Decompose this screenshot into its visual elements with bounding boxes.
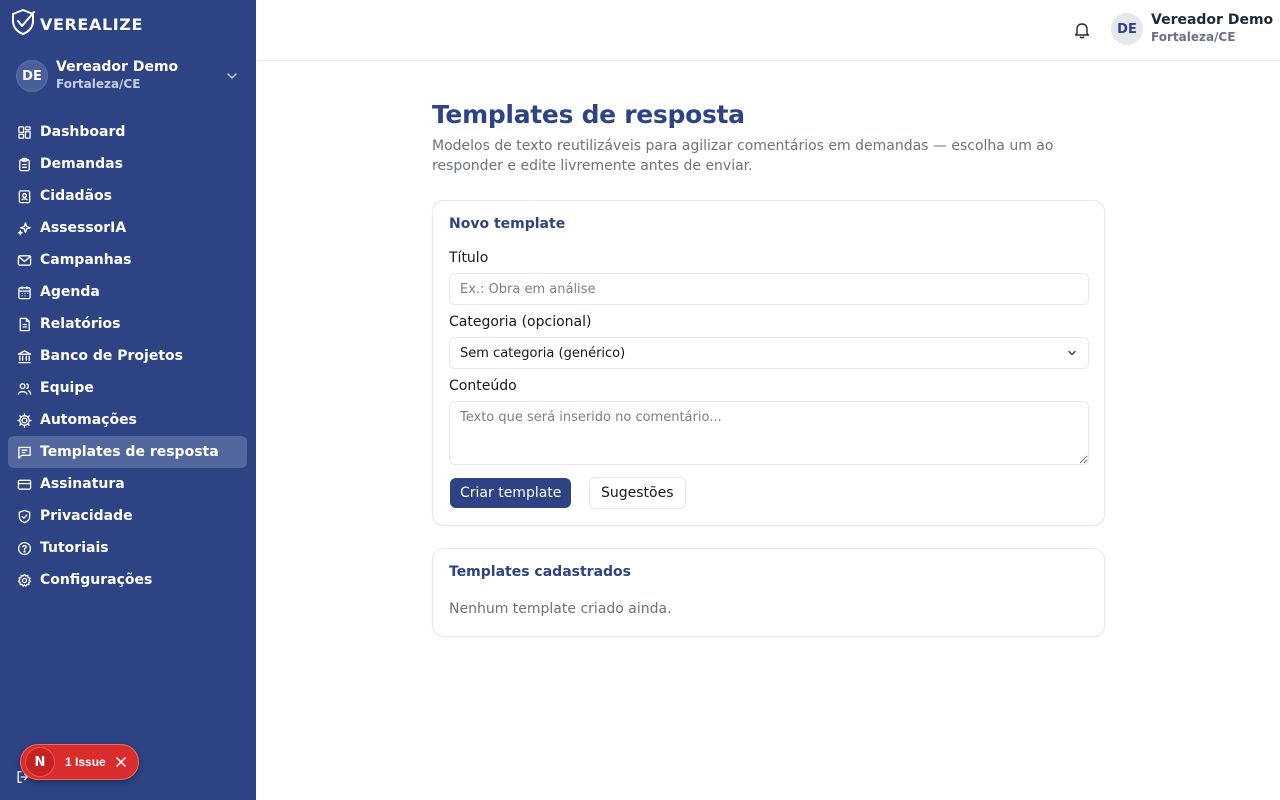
sidebar-item-cidadaos[interactable]: Cidadãos (8, 180, 247, 212)
sidebar-item-label: Assinatura (40, 476, 125, 492)
empty-state-text: Nenhum template criado ainda. (449, 601, 672, 617)
page-title: Templates de resposta (432, 100, 745, 129)
close-icon[interactable] (115, 757, 126, 767)
user-menu[interactable]: DE Vereador Demo Fortaleza/CE (1111, 12, 1273, 46)
new-template-card: Novo template Título Categoria (opcional… (432, 200, 1105, 526)
sidebar-item-equipe[interactable]: Equipe (8, 372, 247, 404)
avatar: DE (1111, 13, 1143, 45)
sidebar-item-demandas[interactable]: Demandas (8, 148, 247, 180)
sidebar-item-label: Automações (40, 412, 137, 428)
bell-icon[interactable] (1074, 21, 1090, 43)
account-name: Vereador Demo (56, 59, 179, 75)
sidebar-item-templates-de-resposta[interactable]: Templates de resposta (8, 436, 247, 468)
sidebar-item-privacidade[interactable]: Privacidade (8, 500, 247, 532)
account-switcher[interactable]: DE Vereador Demo Fortaleza/CE (16, 59, 242, 93)
shield-check-icon (10, 8, 36, 40)
dev-issue-badge[interactable]: N 1 Issue (20, 744, 139, 780)
shield-check-icon (16, 508, 32, 524)
mail-icon (16, 252, 32, 268)
sidebar-item-label: Demandas (40, 156, 123, 172)
sidebar-item-automacoes[interactable]: Automações (8, 404, 247, 436)
chevron-down-icon (226, 70, 238, 82)
suggestions-button[interactable]: Sugestões (589, 477, 686, 509)
sidebar-item-label: Configurações (40, 572, 153, 588)
sidebar-item-label: Campanhas (40, 252, 132, 268)
calendar-icon (16, 284, 32, 300)
sidebar-item-tutoriais[interactable]: Tutoriais (8, 532, 247, 564)
title-input[interactable] (449, 273, 1089, 305)
users-icon (16, 380, 32, 396)
sidebar: VEREALIZE DE Vereador Demo Fortaleza/CE … (0, 0, 256, 800)
main-content: Templates de resposta Modelos de texto r… (432, 98, 1105, 637)
dev-tools-logo: N (25, 747, 55, 777)
sidebar-item-assessoria[interactable]: AssessorIA (8, 212, 247, 244)
cog-icon (16, 412, 32, 428)
sidebar-item-label: AssessorIA (40, 220, 127, 236)
file-text-icon (16, 316, 32, 332)
category-label: Categoria (opcional) (449, 314, 592, 330)
sidebar-item-label: Privacidade (40, 508, 133, 524)
message-square-text-icon (16, 444, 32, 460)
issue-count: 1 Issue (65, 755, 106, 769)
settings-icon (16, 572, 32, 588)
landmark-icon (16, 348, 32, 364)
category-select[interactable]: Sem categoria (genérico) (449, 337, 1089, 369)
brand-logo[interactable]: VEREALIZE (10, 8, 144, 40)
sidebar-item-label: Banco de Projetos (40, 348, 183, 364)
templates-list-card: Templates cadastrados Nenhum template cr… (432, 548, 1105, 637)
chevron-down-icon (1066, 347, 1078, 359)
card-title: Templates cadastrados (449, 564, 631, 580)
user-city: Fortaleza/CE (1151, 30, 1236, 44)
page-description: Modelos de texto reutilizáveis para agil… (432, 138, 1054, 174)
sidebar-item-label: Templates de resposta (40, 444, 219, 460)
help-circle-icon (16, 540, 32, 556)
brand-name: VEREALIZE (40, 14, 144, 34)
sidebar-item-label: Cidadãos (40, 188, 112, 204)
topbar: DE Vereador Demo Fortaleza/CE (256, 0, 1280, 61)
sidebar-item-agenda[interactable]: Agenda (8, 276, 247, 308)
sidebar-item-dashboard[interactable]: Dashboard (8, 116, 247, 148)
sidebar-item-label: Equipe (40, 380, 94, 396)
card-title: Novo template (449, 216, 566, 232)
contact-icon (16, 188, 32, 204)
sidebar-item-label: Agenda (40, 284, 100, 300)
sidebar-item-banco-de-projetos[interactable]: Banco de Projetos (8, 340, 247, 372)
sparkles-icon (16, 220, 32, 236)
sidebar-item-campanhas[interactable]: Campanhas (8, 244, 247, 276)
dashboard-icon (16, 124, 32, 140)
content-label: Conteúdo (449, 378, 517, 394)
sidebar-item-label: Relatórios (40, 316, 121, 332)
title-label: Título (449, 250, 489, 266)
sidebar-item-relatorios[interactable]: Relatórios (8, 308, 247, 340)
category-value: Sem categoria (genérico) (460, 345, 626, 361)
avatar: DE (16, 60, 48, 92)
credit-card-icon (16, 476, 32, 492)
account-city: Fortaleza/CE (56, 77, 141, 91)
sidebar-item-assinatura[interactable]: Assinatura (8, 468, 247, 500)
sidebar-item-configuracoes[interactable]: Configurações (8, 564, 247, 596)
sidebar-item-label: Dashboard (40, 124, 126, 140)
content-textarea[interactable] (449, 401, 1089, 465)
create-template-button[interactable]: Criar template (450, 478, 572, 508)
user-name: Vereador Demo (1151, 12, 1274, 28)
sidebar-nav: Dashboard Demandas Cidadãos AssessorIA C… (8, 116, 247, 596)
sidebar-item-label: Tutoriais (40, 540, 109, 556)
clipboard-icon (16, 156, 32, 172)
